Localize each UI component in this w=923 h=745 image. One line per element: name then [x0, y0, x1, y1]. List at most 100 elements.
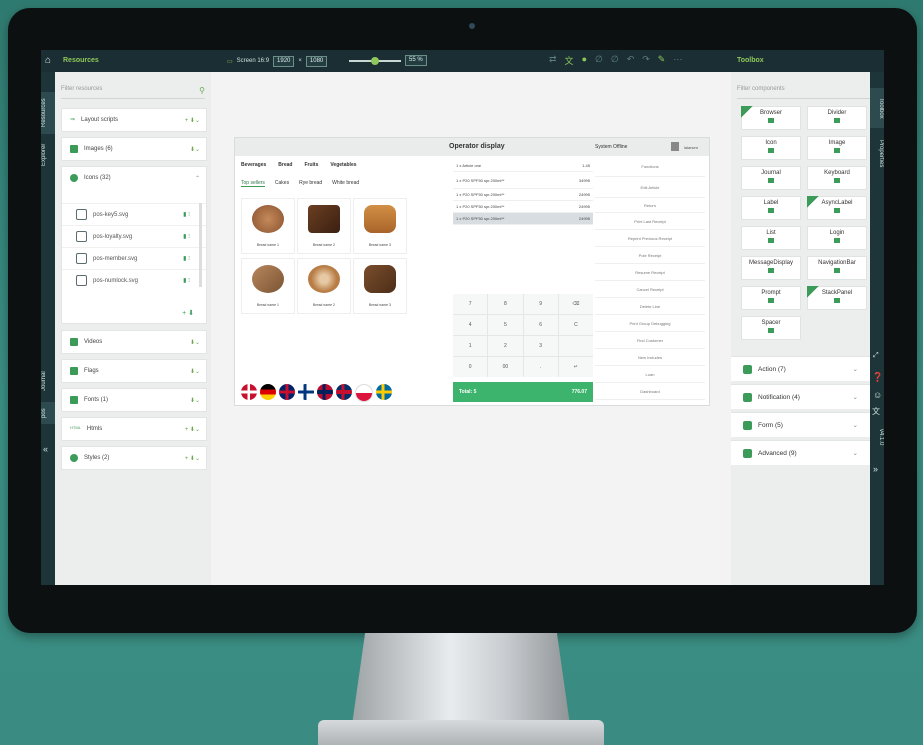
group-form[interactable]: Form (5) ⌄: [731, 412, 870, 437]
clear-key[interactable]: C: [558, 315, 593, 335]
add-icon[interactable]: ●: [582, 54, 587, 67]
list-item[interactable]: pos-numlock.svg ▮ ⁝: [62, 269, 206, 291]
swap-icon[interactable]: ⇄: [549, 54, 557, 67]
scrollbar[interactable]: [199, 203, 202, 287]
height-input[interactable]: 1080: [305, 55, 328, 67]
add-chevron-icon[interactable]: + ⬇⌄: [185, 117, 206, 124]
collapse-icon[interactable]: «: [43, 444, 48, 454]
subtab[interactable]: White bread: [332, 180, 359, 187]
category-tab[interactable]: Vegetables: [330, 162, 356, 168]
tab-explorer[interactable]: Explorer: [41, 138, 55, 172]
flag-norway-icon[interactable]: [317, 384, 333, 400]
file-actions[interactable]: ▮ ⁝: [183, 255, 206, 262]
product-tile[interactable]: Bread name 3: [353, 198, 407, 254]
component-stackpanel[interactable]: StackPanel: [807, 286, 867, 310]
add-chevron-icon[interactable]: + ⬇⌄: [185, 426, 206, 433]
section-icons[interactable]: Icons (32) ⌃ pos-key5.svg ▮ ⁝ pos-loyalty.…: [61, 166, 207, 324]
component-journal[interactable]: Journal: [741, 166, 801, 190]
category-tab[interactable]: Fruits: [304, 162, 318, 168]
chevron-down-icon[interactable]: ⬇⌄: [190, 146, 206, 153]
list-item[interactable]: pos-member.svg ▮ ⁝: [62, 247, 206, 269]
table-row[interactable]: 1 x P20 SPF50 spr.200ml** 24995: [453, 213, 593, 225]
key[interactable]: 1: [453, 336, 488, 356]
translate-icon[interactable]: 文: [565, 54, 574, 67]
key[interactable]: 5: [488, 315, 523, 335]
function-button[interactable]: Find Customer: [595, 332, 705, 349]
subtab[interactable]: Top sellers: [241, 180, 265, 187]
key[interactable]: [558, 336, 593, 356]
backspace-key[interactable]: ⌫: [558, 294, 593, 314]
file-actions[interactable]: ▮ ⁝: [183, 211, 206, 218]
list-item[interactable]: pos-key5.svg ▮ ⁝: [62, 203, 206, 225]
flag-sweden-icon[interactable]: [376, 384, 392, 400]
function-button[interactable]: Functions: [595, 156, 705, 177]
section-flags[interactable]: Flags ⬇⌄: [61, 359, 207, 383]
function-button[interactable]: Loan: [595, 366, 705, 383]
component-messagedisplay[interactable]: MessageDisplay: [741, 256, 801, 280]
category-tab[interactable]: Beverages: [241, 162, 266, 168]
file-actions[interactable]: ▮ ⁝: [183, 233, 206, 240]
component-icon[interactable]: Icon: [741, 136, 801, 160]
expand-icon[interactable]: ⤢: [873, 352, 879, 360]
toolbox-filter-input[interactable]: Filter components ⚲: [737, 86, 881, 99]
component-browser[interactable]: Browser: [741, 106, 801, 130]
width-input[interactable]: 1920: [273, 55, 295, 67]
group-advanced[interactable]: Advanced (9) ⌄: [731, 440, 870, 465]
function-button[interactable]: Resume Receipt: [595, 264, 705, 281]
component-spacer[interactable]: Spacer: [741, 316, 801, 340]
product-tile[interactable]: Bread name 1: [241, 198, 295, 254]
function-button[interactable]: Print Last Receipt: [595, 213, 705, 230]
redo-icon[interactable]: ↷: [642, 54, 650, 67]
flag-finland-icon[interactable]: [298, 384, 314, 400]
function-button[interactable]: Print Group Debugging: [595, 315, 705, 332]
component-keyboard[interactable]: Keyboard: [807, 166, 867, 190]
zoom-slider-knob[interactable]: [371, 57, 379, 65]
key[interactable]: 4: [453, 315, 488, 335]
chevron-down-icon[interactable]: ⬇⌄: [190, 339, 206, 346]
search-icon[interactable]: ⚲: [199, 86, 205, 95]
component-login[interactable]: Login: [807, 226, 867, 250]
function-button[interactable]: Edit Article: [595, 177, 705, 198]
key[interactable]: 2: [488, 336, 523, 356]
zoom-input[interactable]: 55 %: [405, 55, 427, 66]
operator-display[interactable]: Operator display System Offline lalarsen…: [234, 137, 710, 406]
component-label[interactable]: Label: [741, 196, 801, 220]
flag-poland-icon[interactable]: [355, 384, 373, 402]
zoom-slider[interactable]: [349, 57, 401, 65]
group-action[interactable]: Action (7) ⌄: [731, 356, 870, 381]
subtab[interactable]: Cakes: [275, 180, 289, 187]
product-tile[interactable]: Bread name 2: [297, 198, 351, 254]
tab-pos[interactable]: pos: [41, 402, 55, 424]
table-row[interactable]: 1 x P20 SPF50 spr.200ml** 34995: [453, 172, 593, 189]
home-icon[interactable]: ⌂: [45, 55, 57, 67]
link-icon[interactable]: ∅: [595, 54, 603, 67]
add-chevron-icon[interactable]: + ⬇⌄: [185, 455, 206, 462]
key[interactable]: 3: [523, 336, 558, 356]
key[interactable]: 9: [523, 294, 558, 314]
add-icon[interactable]: + ⬇: [182, 309, 194, 317]
tab-journal[interactable]: Journal: [41, 364, 55, 398]
screen-size-selector[interactable]: ▭ Screen 16:9 1920 × 1080: [227, 55, 328, 67]
function-button[interactable]: Delete Line: [595, 298, 705, 315]
language-icon[interactable]: 文: [872, 406, 880, 417]
category-tab[interactable]: Bread: [278, 162, 292, 168]
subtab[interactable]: Rye bread: [299, 180, 322, 187]
key[interactable]: 8: [488, 294, 523, 314]
component-divider[interactable]: Divider: [807, 106, 867, 130]
function-button[interactable]: Dashboard: [595, 383, 705, 400]
chevron-down-icon[interactable]: ⬇⌄: [190, 397, 206, 404]
component-image[interactable]: Image: [807, 136, 867, 160]
key[interactable]: 00: [488, 357, 523, 377]
key[interactable]: 0: [453, 357, 488, 377]
file-actions[interactable]: ▮ ⁝: [183, 277, 206, 284]
product-tile[interactable]: Bread name 2: [297, 258, 351, 314]
list-item[interactable]: pos-loyalty.svg ▮ ⁝: [62, 225, 206, 247]
table-row[interactable]: 1 x P20 SPF50 spr.200ml** 24995: [453, 201, 593, 213]
component-asynclabel[interactable]: AsyncLabel: [807, 196, 867, 220]
product-tile[interactable]: Bread name 1: [241, 258, 295, 314]
tab-resources[interactable]: Resources: [41, 92, 55, 134]
chevron-up-icon[interactable]: ⌃: [195, 175, 206, 182]
pencil-icon[interactable]: ✎: [658, 54, 666, 67]
expand-panel-icon[interactable]: »: [873, 464, 878, 474]
product-tile[interactable]: Bread name 3: [353, 258, 407, 314]
